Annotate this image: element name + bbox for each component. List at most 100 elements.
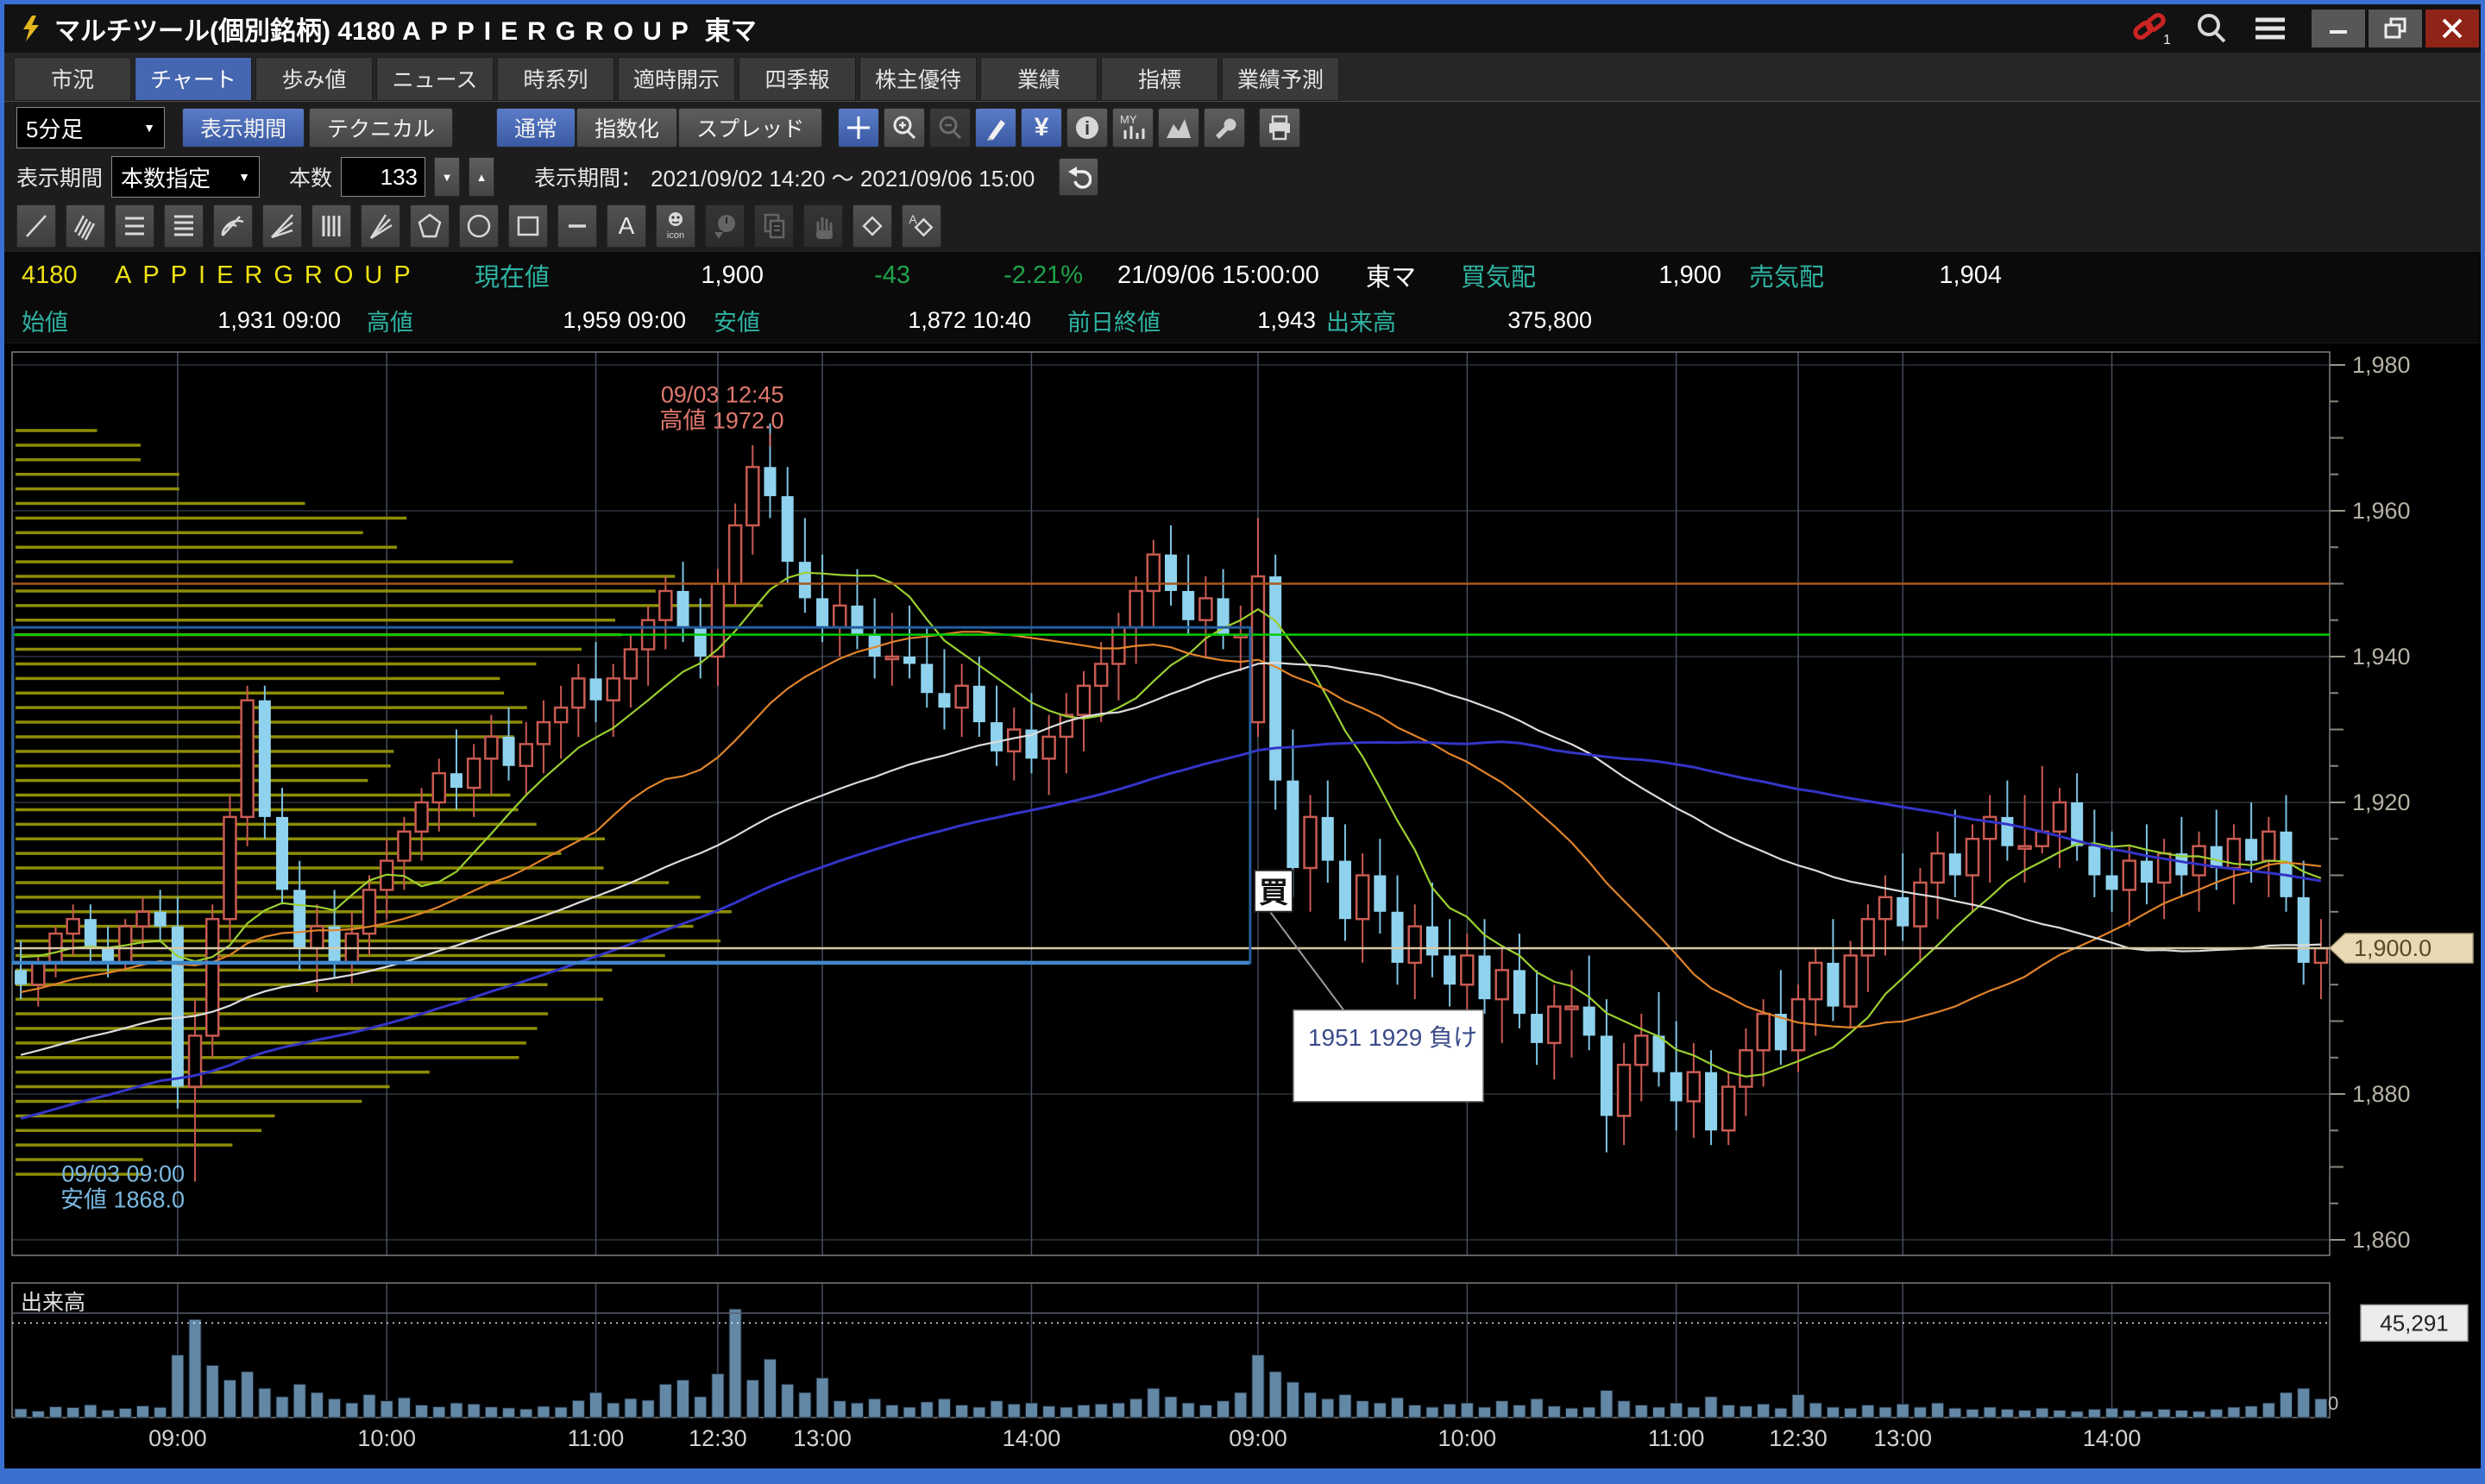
svg-text:icon: icon [667, 230, 684, 241]
tool-eraser-button[interactable] [852, 204, 892, 248]
svg-text:A: A [619, 212, 635, 239]
search-icon[interactable] [2194, 11, 2229, 46]
my-indicator-button[interactable]: MY [1112, 108, 1154, 148]
range-label: 表示期間： [534, 161, 642, 192]
tool-hand-button[interactable] [803, 204, 843, 248]
print-icon [1266, 114, 1293, 141]
yen-display-button[interactable]: ¥ [1021, 108, 1062, 148]
tool-emoji-button[interactable]: icon [656, 204, 695, 248]
tab-yutai[interactable]: 株主優待 [859, 57, 977, 101]
tool-h3-lines-button[interactable] [115, 204, 154, 248]
tool-h4-lines-button[interactable] [164, 204, 204, 248]
settings-button[interactable] [1204, 108, 1245, 148]
tool-eraser-all-button[interactable]: A [902, 204, 941, 248]
count-up-button[interactable]: ▲ [469, 157, 494, 197]
svg-text:10:00: 10:00 [1438, 1425, 1497, 1451]
svg-text:12:30: 12:30 [1769, 1425, 1828, 1451]
indexed-button[interactable]: 指数化 [576, 108, 677, 148]
technical-button[interactable]: テクニカル [309, 108, 453, 148]
svg-text:09:00: 09:00 [148, 1425, 207, 1451]
tab-gyoseki-yosoku[interactable]: 業績予測 [1222, 57, 1339, 101]
tool-arcs-button[interactable] [213, 204, 253, 248]
spread-button[interactable]: スプレッド [678, 108, 822, 148]
svg-text:1,880: 1,880 [2352, 1081, 2411, 1107]
tool-pitchfork-button[interactable] [361, 204, 400, 248]
text-icon: A [613, 211, 640, 241]
interval-select[interactable]: 5分足▼ [16, 107, 165, 148]
tab-tekijikaiji[interactable]: 適時開示 [618, 57, 735, 101]
tab-news[interactable]: ニュース [376, 57, 494, 101]
crosshair-button[interactable] [838, 108, 879, 148]
svg-text:1951 1929 負け: 1951 1929 負け [1308, 1024, 1477, 1051]
tool-rectangle-button[interactable] [508, 204, 548, 248]
fan-lines-icon [268, 211, 296, 241]
svg-text:1,860: 1,860 [2352, 1227, 2411, 1253]
tool-fan-lines-button[interactable] [262, 204, 302, 248]
prev-close-value: 1,943 [1195, 307, 1316, 334]
ask-label: 売気配 [1749, 257, 1824, 293]
volume-label: 出来高 [1326, 304, 1396, 337]
tool-text-button[interactable]: A [607, 204, 646, 248]
zoom-out-button[interactable] [929, 108, 971, 148]
hand-icon [809, 211, 837, 241]
undo-icon [1066, 165, 1092, 189]
stock-name: APPIERGROUP [115, 261, 422, 290]
svg-text:1,900.0: 1,900.0 [2354, 935, 2432, 961]
tool-pentagon-button[interactable] [410, 204, 450, 248]
svg-text:買: 買 [1259, 877, 1288, 909]
svg-text:1,960: 1,960 [2352, 498, 2411, 524]
draw-pencil-button[interactable] [975, 108, 1016, 148]
tool-trend-line-button[interactable] [16, 204, 56, 248]
count-down-button[interactable]: ▼ [434, 157, 460, 197]
tab-ayumine[interactable]: 歩み値 [255, 57, 373, 101]
quote-row-2: 始値 1,931 09:00 高値 1,959 09:00 安値 1,872 1… [4, 299, 2481, 343]
hatched-line-icon [72, 211, 99, 241]
restore-button[interactable] [2369, 9, 2422, 47]
svg-text:MY: MY [1120, 113, 1137, 126]
low-value: 1,872 10:40 [824, 307, 1031, 334]
svg-text:高値 1972.0: 高値 1972.0 [659, 408, 783, 434]
link-icon[interactable]: 1 [2132, 11, 2170, 46]
minimize-icon [2328, 18, 2349, 39]
svg-text:14:00: 14:00 [2083, 1425, 2142, 1451]
area-chart-button[interactable] [1158, 108, 1199, 148]
eraser-icon [859, 211, 886, 241]
minimize-button[interactable] [2312, 9, 2365, 47]
reset-button[interactable] [1059, 158, 1098, 196]
svg-text:A: A [909, 212, 917, 226]
print-button[interactable] [1259, 108, 1300, 148]
tool-history-button[interactable] [705, 204, 745, 248]
zoom-out-icon [936, 114, 964, 141]
normal-button[interactable]: 通常 [496, 108, 576, 148]
crosshair-icon [845, 114, 872, 141]
tool-ellipse-button[interactable] [459, 204, 499, 248]
period-mode-select[interactable]: 本数指定▼ [111, 156, 260, 198]
tab-gyoseki[interactable]: 業績 [980, 57, 1098, 101]
menu-icon[interactable] [2253, 14, 2287, 43]
close-button[interactable] [2425, 9, 2479, 47]
tab-bar: 市況 チャート 歩み値 ニュース 時系列 適時開示 四季報 株主優待 業績 指標… [4, 53, 2481, 102]
market-name: 東マ [1366, 257, 1416, 293]
info-button[interactable]: i [1066, 108, 1108, 148]
drawing-toolbar: A icon [4, 200, 2481, 252]
svg-text:45,291: 45,291 [2380, 1310, 2449, 1336]
tool-copy-button[interactable] [754, 204, 794, 248]
bid-label: 買気配 [1461, 257, 1536, 293]
display-period-button[interactable]: 表示期間 [182, 108, 305, 148]
window-title: マルチツール(個別銘柄) 4180APPIERGROUP東マ [54, 9, 757, 47]
tool-hatched-line-button[interactable] [66, 204, 105, 248]
tool-v-lines-button[interactable] [311, 204, 351, 248]
tab-shihyo[interactable]: 指標 [1101, 57, 1218, 101]
my-indicator-icon: MY [1118, 113, 1148, 142]
ellipse-icon [465, 211, 493, 241]
tab-chart[interactable]: チャート [135, 57, 252, 101]
zoom-in-button[interactable] [884, 108, 925, 148]
tab-shikyo[interactable]: 市況 [14, 57, 131, 101]
period-label: 表示期間 [16, 161, 103, 192]
tab-shikiho[interactable]: 四季報 [739, 57, 856, 101]
tool-h-segment-button[interactable] [557, 204, 597, 248]
count-input[interactable]: 133 [341, 157, 425, 197]
open-value: 1,931 09:00 [134, 307, 341, 334]
price-change: -43 [798, 261, 910, 290]
tab-jikeiretsu[interactable]: 時系列 [497, 57, 614, 101]
